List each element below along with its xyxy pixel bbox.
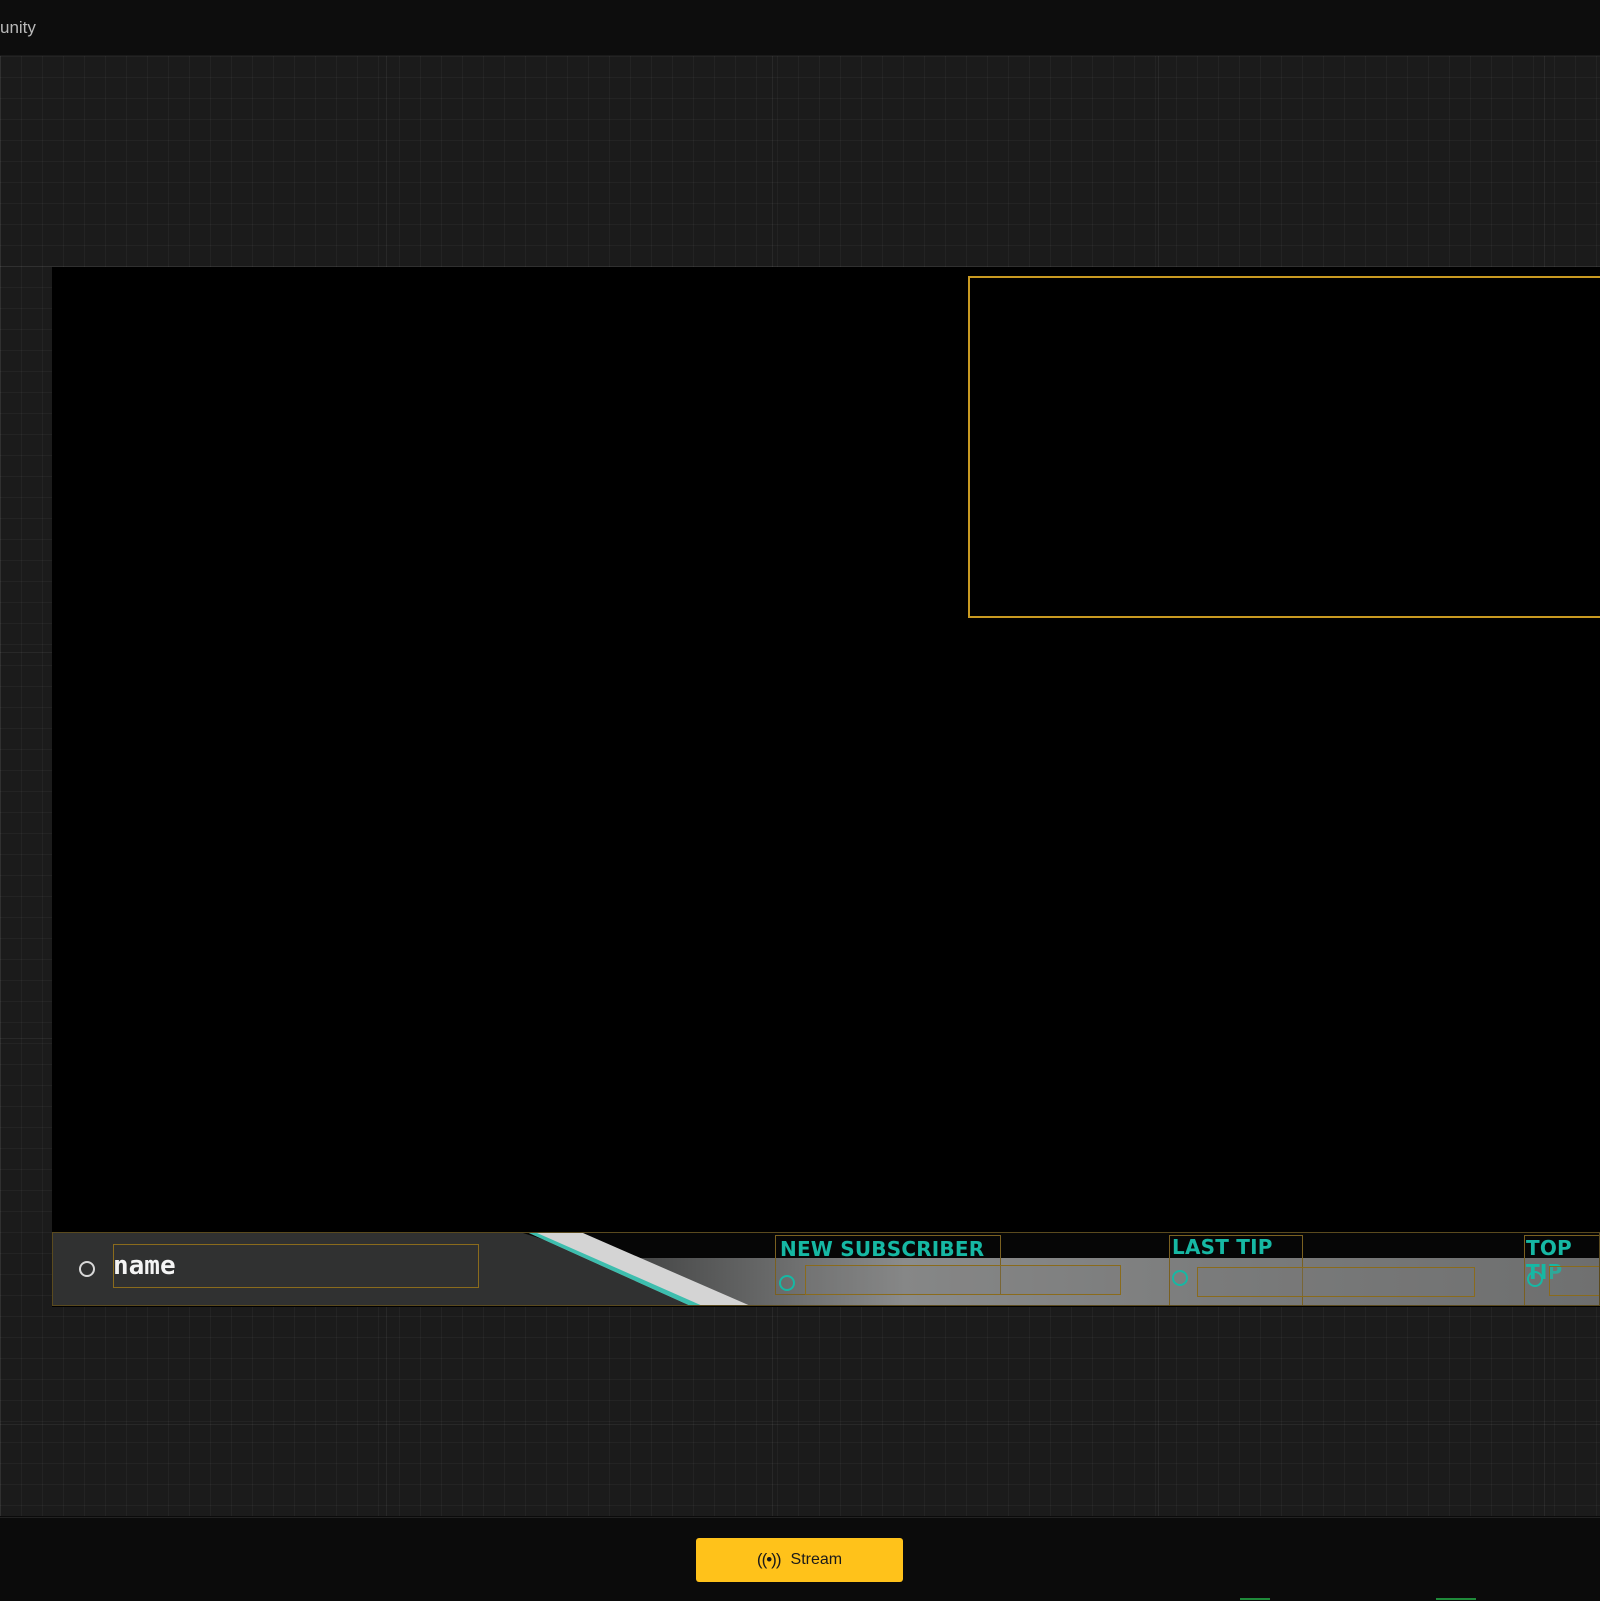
last-tip-label: LAST TIP — [1172, 1235, 1273, 1259]
broadcast-icon: ((•)) — [756, 1550, 782, 1569]
bottom-toolbar: ((•)) Stream — [0, 1517, 1600, 1601]
stream-button[interactable]: ((•)) Stream — [696, 1538, 903, 1582]
stream-button-label: Stream — [790, 1551, 843, 1568]
top-tip-radio-icon[interactable] — [1527, 1271, 1543, 1287]
new-subscriber-label: NEW SUBSCRIBER — [780, 1237, 985, 1261]
last-tip-field[interactable] — [1197, 1267, 1475, 1297]
top-tip-field[interactable] — [1549, 1266, 1599, 1296]
name-radio-icon[interactable] — [79, 1261, 95, 1277]
last-tip-radio-icon[interactable] — [1172, 1270, 1188, 1286]
top-bar: unity — [0, 0, 1600, 56]
name-text: name — [113, 1251, 176, 1281]
lower-third-overlay[interactable]: name NEW SUBSCRIBER LAST TIP TOP TIP — [52, 1232, 1600, 1306]
selected-source-frame[interactable] — [968, 276, 1600, 618]
new-subscriber-radio-icon[interactable] — [779, 1275, 795, 1291]
app-title: unity — [0, 18, 36, 37]
new-subscriber-field[interactable] — [805, 1265, 1121, 1295]
